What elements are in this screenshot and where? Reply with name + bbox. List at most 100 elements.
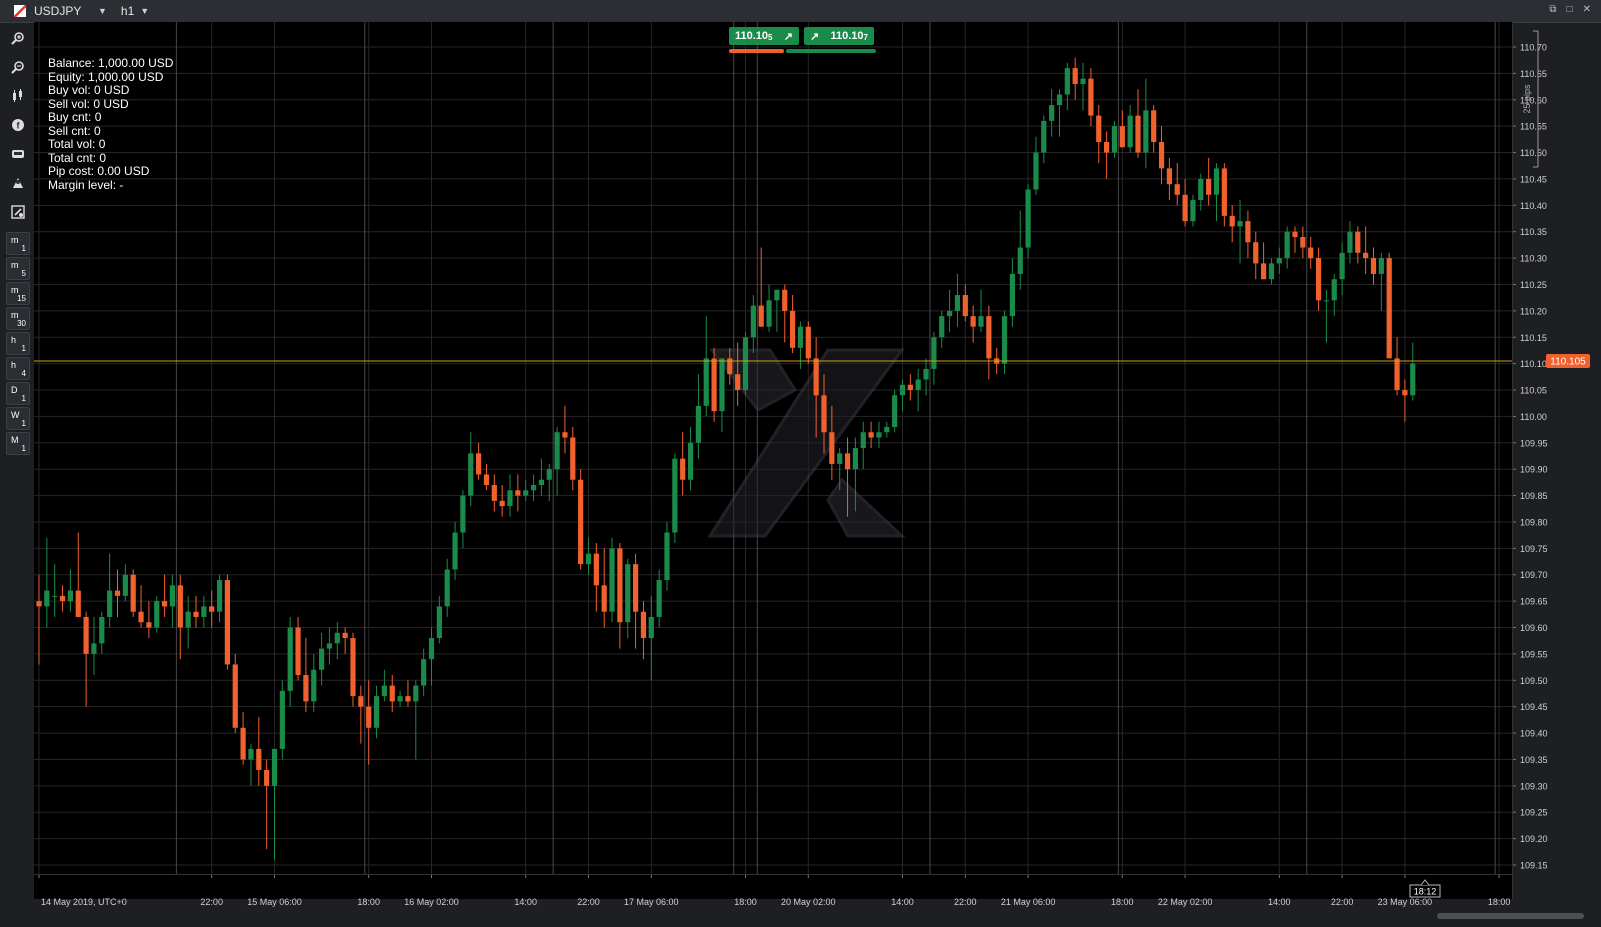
candle-body xyxy=(428,638,435,660)
x-tick-label: 18:00 xyxy=(1111,897,1134,907)
y-tick-label: 110.00 xyxy=(1520,412,1547,422)
candle-body xyxy=(216,580,223,612)
candle-body xyxy=(1143,110,1149,153)
balance-text: Balance: 1,000.00 USD xyxy=(48,56,174,70)
y-tick-label: 109.40 xyxy=(1520,729,1548,739)
y-tick-label: 110.15 xyxy=(1520,333,1547,343)
buy-button[interactable]: ↗ 110.10 7 xyxy=(804,27,874,45)
candle-body xyxy=(1355,231,1361,253)
candle-body xyxy=(366,706,372,728)
candle-body xyxy=(884,426,890,433)
x-tick-label: 22:00 xyxy=(954,897,977,907)
candle-body xyxy=(1111,126,1118,153)
current-price-tag: 110.105 xyxy=(1546,354,1590,369)
timeframe-button-unit: m xyxy=(11,235,19,245)
y-tick-label: 109.45 xyxy=(1520,702,1548,712)
sell-cnt-text: Sell cnt: 0 xyxy=(48,123,101,138)
candle-body xyxy=(1394,358,1400,391)
sell-price-pip: 5 xyxy=(768,33,773,42)
candle-body xyxy=(837,453,843,464)
candle-body xyxy=(954,295,961,311)
indicators-icon[interactable]: f xyxy=(7,112,29,138)
candle-body xyxy=(107,590,113,617)
y-tick-label: 109.25 xyxy=(1520,808,1548,818)
robot-icon[interactable] xyxy=(7,141,29,167)
x-tick-label: 15 May 06:00 xyxy=(247,897,302,907)
candle-body xyxy=(146,622,152,628)
x-tick-label: 22:00 xyxy=(1331,897,1354,907)
candle-body xyxy=(774,289,780,301)
zoom-in-icon[interactable] xyxy=(7,25,29,51)
y-tick-label: 110.10 xyxy=(1520,359,1547,369)
timeframe-button[interactable]: m 30 xyxy=(6,307,30,330)
timeframe-button[interactable]: h1 xyxy=(6,332,30,355)
timeframe-button[interactable]: h4 xyxy=(6,357,30,380)
candle-body xyxy=(844,453,851,470)
candle-body xyxy=(601,585,607,612)
timeframe-button-unit: D xyxy=(11,385,18,395)
zoom-out-icon[interactable] xyxy=(7,54,29,80)
y-tick-label: 109.80 xyxy=(1520,517,1548,527)
candle-body xyxy=(397,696,403,702)
candle-body xyxy=(672,458,678,533)
candle-body xyxy=(868,432,874,438)
candle-body xyxy=(790,310,796,348)
candle-body xyxy=(1410,363,1416,396)
timeframe-button[interactable]: W1 xyxy=(6,407,30,430)
buy-vol-text: Buy vol: 0 USD xyxy=(48,83,130,97)
drawing-icon[interactable] xyxy=(7,170,29,196)
candle-body xyxy=(483,474,490,486)
x-tick-label: 22:00 xyxy=(200,897,223,907)
candle-body xyxy=(1151,110,1157,142)
candle-body xyxy=(1378,258,1384,274)
total-vol-text: Total vol: 0 xyxy=(48,137,106,151)
candle-body xyxy=(1174,184,1180,195)
candle-body xyxy=(413,685,419,702)
settings-icon[interactable] xyxy=(7,199,29,225)
timeframe-button-unit: h xyxy=(11,335,17,345)
candle-body xyxy=(389,685,395,702)
y-tick-label: 110.70 xyxy=(1520,43,1547,53)
margin-level-text: Margin level: - xyxy=(48,177,124,192)
candle-body xyxy=(452,532,458,570)
sell-button[interactable]: 110.10 5 ↗ xyxy=(729,27,799,45)
candle-body xyxy=(209,606,215,612)
candle-body xyxy=(578,479,584,565)
candle-body xyxy=(782,289,788,311)
candle-body xyxy=(554,432,560,470)
candle-body xyxy=(1127,115,1133,148)
chart-area[interactable]: 110.70110.65110.60110.55110.50110.45110.… xyxy=(0,0,1601,927)
timeframe-button[interactable]: D1 xyxy=(6,382,30,405)
timeframe-button-count: 15 xyxy=(17,294,26,303)
y-tick-label: 109.20 xyxy=(1520,834,1548,844)
candle-body xyxy=(813,358,819,396)
candle-body xyxy=(1072,68,1078,84)
candle-body xyxy=(444,569,450,607)
timeframe-button[interactable]: M1 xyxy=(6,432,30,455)
timeframe-button-count: 1 xyxy=(21,444,26,453)
y-tick-label: 110.65 xyxy=(1520,69,1547,79)
candle-body xyxy=(240,727,246,760)
candle-body xyxy=(1033,152,1039,190)
candle-body xyxy=(1080,78,1086,84)
timeframe-button[interactable]: m1 xyxy=(6,232,30,255)
chart-horizontal-scrollbar[interactable] xyxy=(1437,913,1584,919)
candle-body xyxy=(947,310,953,317)
total-cnt-text: Total cnt: 0 xyxy=(48,150,107,165)
candle-body xyxy=(986,316,992,359)
candle-body xyxy=(83,616,89,654)
timeframe-button[interactable]: m5 xyxy=(6,257,30,280)
chart-type-icon[interactable] xyxy=(7,83,29,109)
candle-body xyxy=(1323,300,1329,302)
timeframe-button[interactable]: m 15 xyxy=(6,282,30,305)
x-tick-label: 17 May 06:00 xyxy=(624,897,679,907)
candle-body xyxy=(640,611,647,639)
countdown-label: 18:12 xyxy=(1414,887,1437,897)
candle-body xyxy=(892,395,898,427)
candle-body xyxy=(1253,242,1259,264)
y-tick-label: 109.30 xyxy=(1520,781,1548,791)
candle-body xyxy=(695,405,701,443)
y-tick-label: 109.75 xyxy=(1520,544,1548,554)
candle-body xyxy=(507,490,513,507)
candle-body xyxy=(350,638,356,697)
